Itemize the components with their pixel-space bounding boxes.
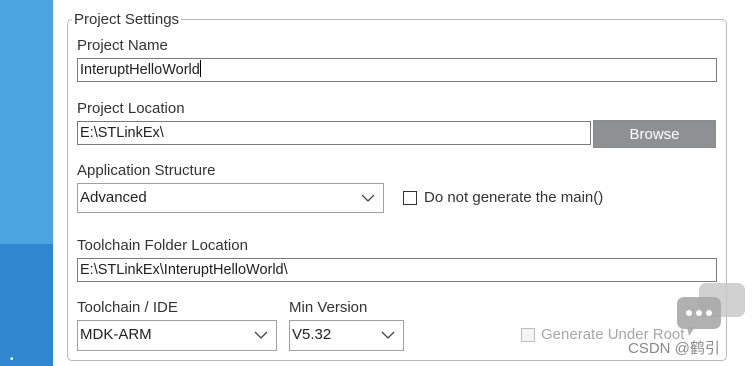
toolchain-folder-field[interactable]: E:\STLinkEx\InteruptHelloWorld\ [77,258,717,282]
watermark-text: CSDN @鹤引 [628,340,720,357]
application-structure-label: Application Structure [77,162,216,179]
chevron-down-icon [361,184,375,212]
generate-under-root-checkbox[interactable] [521,328,535,342]
chevron-down-icon [381,321,395,349]
project-name-value: InteruptHelloWorld [80,62,200,78]
do-not-generate-main-checkbox[interactable] [403,191,417,205]
sidebar-marker: • [10,354,14,365]
group-title: Project Settings [72,11,182,29]
chevron-down-icon [254,321,268,349]
toolchain-folder-label: Toolchain Folder Location [77,237,248,254]
project-location-field[interactable]: E:\STLinkEx\ [77,121,591,145]
application-structure-select[interactable]: Advanced [77,183,384,213]
toolchain-ide-select[interactable]: MDK-ARM [77,320,277,351]
sidebar-panel-top [0,0,53,244]
project-name-label: Project Name [77,37,168,54]
project-location-label: Project Location [77,100,185,117]
toolchain-ide-value: MDK-ARM [80,326,152,343]
do-not-generate-main-label: Do not generate the main() [424,189,604,206]
min-version-label: Min Version [289,299,368,316]
project-location-value: E:\STLinkEx\ [80,125,164,141]
browse-button[interactable]: Browse [593,120,716,148]
project-name-field[interactable]: InteruptHelloWorld [77,58,717,82]
min-version-select[interactable]: V5.32 [289,320,404,351]
application-structure-value: Advanced [80,189,147,206]
min-version-value: V5.32 [292,326,332,343]
text-caret [199,60,201,77]
chat-bubble-icon [677,283,745,337]
toolchain-ide-label: Toolchain / IDE [77,299,178,316]
toolchain-folder-value: E:\STLinkEx\InteruptHelloWorld\ [80,262,288,278]
sidebar-panel-bottom [0,244,53,366]
